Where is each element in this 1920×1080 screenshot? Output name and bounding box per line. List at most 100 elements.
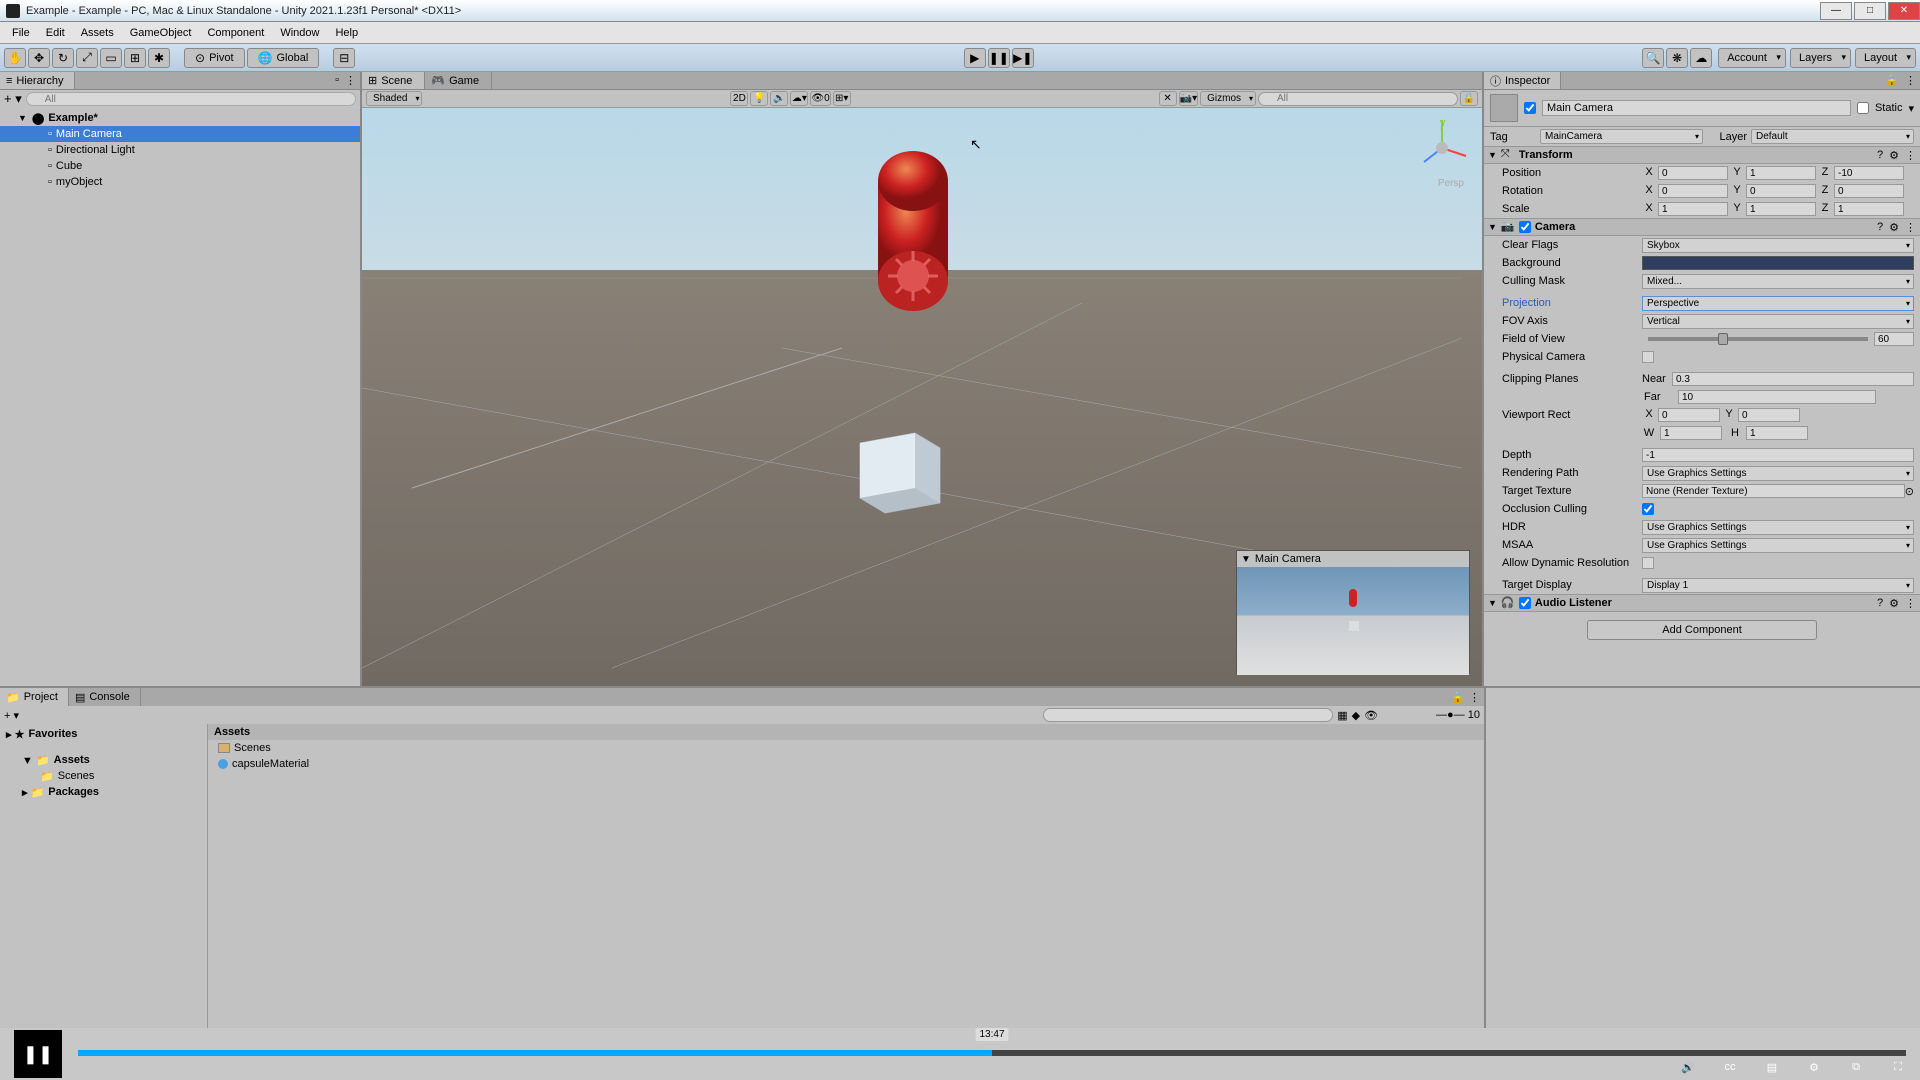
lighting-toggle[interactable]: 💡: [750, 91, 768, 106]
video-progress-bar[interactable]: 13:47: [78, 1050, 1906, 1056]
physical-camera-checkbox[interactable]: [1642, 351, 1654, 363]
object-picker-icon[interactable]: ⊙: [1905, 485, 1914, 498]
console-tab[interactable]: ▤ Console: [69, 688, 141, 706]
hand-tool-button[interactable]: ✋: [4, 48, 26, 68]
background-color-field[interactable]: [1642, 256, 1914, 270]
collab-button[interactable]: ❋: [1666, 48, 1688, 68]
close-button[interactable]: ✕: [1888, 2, 1920, 20]
menu-file[interactable]: File: [4, 27, 38, 39]
occlusion-checkbox[interactable]: [1642, 503, 1654, 515]
packages-folder[interactable]: ▸ 📁 Packages: [0, 784, 207, 800]
hierarchy-search-input[interactable]: [26, 92, 356, 106]
slider-icon[interactable]: —●— 10: [1436, 709, 1480, 721]
hidden-packages-icon[interactable]: 👁: [1364, 709, 1378, 722]
hdr-dropdown[interactable]: Use Graphics Settings: [1642, 520, 1914, 535]
transform-tool-button[interactable]: ⊞: [124, 48, 146, 68]
rotation-z-field[interactable]: [1834, 184, 1904, 198]
viewport-x-field[interactable]: [1658, 408, 1720, 422]
audio-listener-header[interactable]: ▼🎧 Audio Listener ?⚙⋮: [1484, 594, 1920, 612]
pause-button[interactable]: ❚❚: [988, 48, 1010, 68]
scale-y-field[interactable]: [1746, 202, 1816, 216]
rendering-path-dropdown[interactable]: Use Graphics Settings: [1642, 466, 1914, 481]
add-component-button[interactable]: Add Component: [1587, 620, 1817, 640]
object-name-field[interactable]: Main Camera: [1542, 100, 1851, 116]
scale-z-field[interactable]: [1834, 202, 1904, 216]
global-toggle[interactable]: 🌐Global: [247, 48, 320, 68]
target-texture-field[interactable]: None (Render Texture): [1642, 484, 1905, 498]
search-button[interactable]: 🔍: [1642, 48, 1664, 68]
filter-icon[interactable]: ▦: [1337, 709, 1347, 722]
move-tool-button[interactable]: ✥: [28, 48, 50, 68]
video-pause-button[interactable]: ❚❚: [14, 1030, 62, 1078]
scene-root[interactable]: ▼⬤ Example*: [0, 110, 360, 126]
shading-mode-dropdown[interactable]: Shaded: [366, 91, 422, 106]
position-y-field[interactable]: [1746, 166, 1816, 180]
component-menu-icon[interactable]: ⋮: [1905, 149, 1916, 162]
menu-edit[interactable]: Edit: [38, 27, 73, 39]
clear-flags-dropdown[interactable]: Skybox: [1642, 238, 1914, 253]
scene-lock-button[interactable]: 🔒: [1460, 91, 1478, 106]
tag-dropdown[interactable]: MainCamera: [1540, 129, 1703, 144]
project-item-capsule-material[interactable]: capsuleMaterial: [208, 756, 1484, 772]
menu-component[interactable]: Component: [199, 27, 272, 39]
account-dropdown[interactable]: Account: [1718, 48, 1786, 68]
save-search-icon[interactable]: ◆: [1352, 709, 1360, 722]
culling-mask-dropdown[interactable]: Mixed...: [1642, 274, 1914, 289]
content-breadcrumb[interactable]: Assets: [208, 724, 1484, 740]
audio-toggle[interactable]: 🔊: [770, 91, 788, 106]
menu-assets[interactable]: Assets: [73, 27, 122, 39]
rotation-y-field[interactable]: [1746, 184, 1816, 198]
msaa-dropdown[interactable]: Use Graphics Settings: [1642, 538, 1914, 553]
favorites-folder[interactable]: ▸ ★ Favorites: [0, 726, 207, 742]
scene-tab[interactable]: ⊞ Scene: [362, 72, 425, 89]
2d-toggle[interactable]: 2D: [730, 91, 748, 106]
component-menu-icon[interactable]: ⋮: [1905, 221, 1916, 234]
rotate-tool-button[interactable]: ↻: [52, 48, 74, 68]
help-icon[interactable]: ?: [1877, 149, 1883, 162]
viewport-w-field[interactable]: [1660, 426, 1722, 440]
preset-icon[interactable]: ⚙: [1889, 221, 1899, 234]
hierarchy-tab[interactable]: ≡ Hierarchy: [0, 72, 75, 89]
project-item-scenes[interactable]: Scenes: [208, 740, 1484, 756]
game-tab[interactable]: 🎮 Game: [425, 72, 492, 89]
menu-gameobject[interactable]: GameObject: [122, 27, 200, 39]
transform-component-header[interactable]: ▼⤧ Transform ?⚙⋮: [1484, 146, 1920, 164]
panel-menu-icon[interactable]: ⋮: [1469, 691, 1480, 704]
snap-button[interactable]: ⊟: [333, 48, 355, 68]
object-active-checkbox[interactable]: [1524, 102, 1536, 114]
dynamic-res-checkbox[interactable]: [1642, 557, 1654, 569]
orientation-gizmo[interactable]: y: [1412, 118, 1472, 178]
hierarchy-item-main-camera[interactable]: ▫ Main Camera: [0, 126, 360, 142]
assets-folder[interactable]: ▼ 📁 Assets: [0, 752, 207, 768]
scene-viewport[interactable]: y Persp ↖ ▼ Main Camera: [362, 108, 1482, 686]
position-x-field[interactable]: [1658, 166, 1728, 180]
static-dropdown-icon[interactable]: ▾: [1908, 102, 1914, 115]
fov-value-field[interactable]: 60: [1874, 332, 1914, 346]
custom-tool-button[interactable]: ✱: [148, 48, 170, 68]
audio-enabled-checkbox[interactable]: [1519, 597, 1531, 609]
layout-dropdown[interactable]: Layout: [1855, 48, 1916, 68]
panel-lock-icon[interactable]: 🔒: [1451, 691, 1465, 704]
fov-axis-dropdown[interactable]: Vertical: [1642, 314, 1914, 329]
camera-component-header[interactable]: ▼📷 Camera ?⚙⋮: [1484, 218, 1920, 236]
step-button[interactable]: ▶❚: [1012, 48, 1034, 68]
panel-menu-icon[interactable]: ⋮: [345, 74, 356, 87]
preset-icon[interactable]: ⚙: [1889, 149, 1899, 162]
layers-dropdown[interactable]: Layers: [1790, 48, 1851, 68]
minimize-button[interactable]: —: [1820, 2, 1852, 20]
maximize-button[interactable]: □: [1854, 2, 1886, 20]
hidden-toggle[interactable]: 👁0: [810, 91, 830, 106]
viewport-h-field[interactable]: [1746, 426, 1808, 440]
panel-options-icon[interactable]: ▫: [335, 74, 339, 87]
depth-field[interactable]: -1: [1642, 448, 1914, 462]
project-tab[interactable]: 📁 Project: [0, 688, 69, 706]
layer-dropdown[interactable]: Default: [1751, 129, 1914, 144]
project-search-input[interactable]: [1043, 708, 1333, 722]
component-menu-icon[interactable]: ⋮: [1905, 597, 1916, 610]
project-create-dropdown[interactable]: + ▾: [4, 709, 19, 722]
create-dropdown[interactable]: + ▾: [4, 91, 22, 107]
help-icon[interactable]: ?: [1877, 597, 1883, 610]
pivot-toggle[interactable]: ⊙Pivot: [184, 48, 245, 68]
far-field[interactable]: [1678, 390, 1876, 404]
pip-icon[interactable]: ⧉: [1844, 1061, 1868, 1074]
